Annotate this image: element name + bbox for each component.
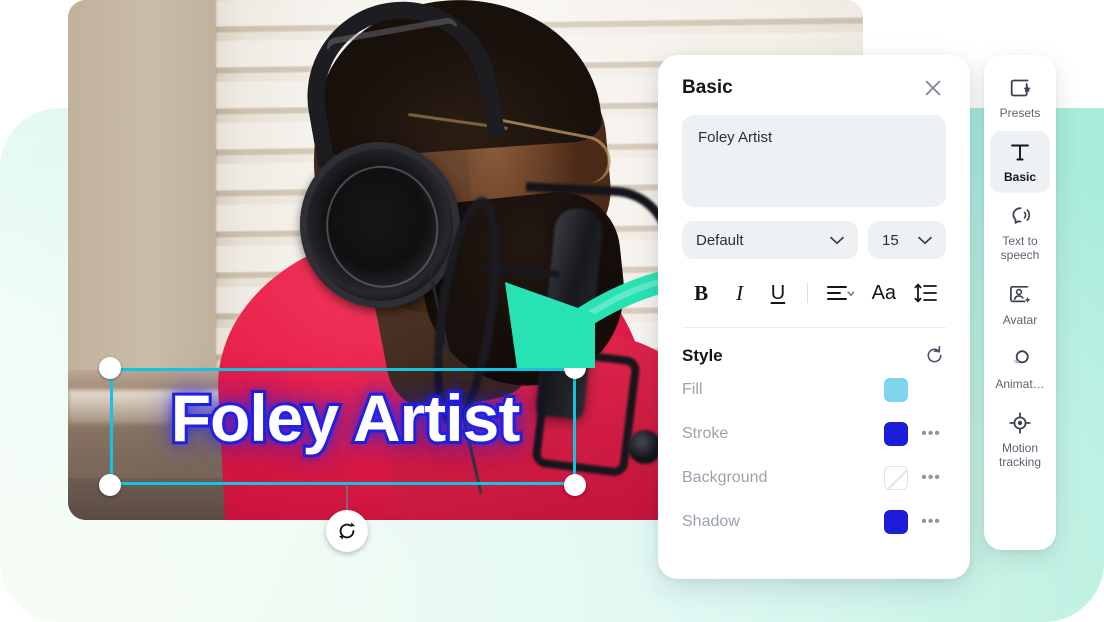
tool-motion-tracking[interactable]: Motion tracking (990, 402, 1050, 478)
chevron-down-icon (918, 236, 932, 244)
panel-divider (682, 327, 946, 328)
shadow-color-swatch[interactable] (884, 510, 908, 534)
align-left-icon (827, 286, 854, 300)
text-input-area[interactable]: Foley Artist (682, 115, 946, 207)
tool-presets[interactable]: Presets (990, 67, 1050, 129)
style-row-fill: Fill (682, 368, 946, 412)
style-label: Shadow (682, 513, 740, 530)
basic-text-panel: Basic Foley Artist Default 15 B I U Aa S… (658, 55, 970, 579)
background-color-swatch[interactable] (884, 466, 908, 490)
text-case-button[interactable]: Aa (862, 275, 906, 311)
rotate-icon (338, 522, 356, 540)
resize-handle-bottom-right[interactable] (564, 474, 586, 496)
font-family-value: Default (696, 231, 744, 249)
style-label: Background (682, 469, 768, 486)
line-height-button[interactable] (906, 275, 946, 311)
animation-icon (1013, 350, 1029, 364)
reset-icon (927, 345, 942, 363)
close-button[interactable] (920, 75, 946, 101)
style-label: Fill (682, 381, 703, 398)
style-label: Stroke (682, 425, 729, 442)
font-family-select[interactable]: Default (682, 221, 858, 259)
style-row-shadow: Shadow ••• (682, 500, 946, 544)
tool-label: Text to speech (1000, 234, 1040, 263)
rotate-handle[interactable] (326, 510, 368, 552)
fill-color-swatch[interactable] (884, 378, 908, 402)
underline-button[interactable]: U (759, 275, 797, 311)
style-row-stroke: Stroke ••• (682, 412, 946, 456)
font-controls-row: Default 15 (682, 221, 946, 259)
tool-label: Presets (999, 106, 1041, 120)
stroke-color-swatch[interactable] (884, 422, 908, 446)
tool-avatar[interactable]: Avatar (990, 274, 1050, 336)
selection-bounding-box[interactable] (110, 368, 576, 485)
tool-basic[interactable]: Basic (990, 131, 1050, 194)
line-height-icon (914, 283, 937, 303)
text-align-button[interactable] (818, 275, 862, 311)
tool-label: Motion tracking (998, 440, 1042, 470)
presets-icon (1010, 79, 1031, 97)
style-section-header: Style (682, 344, 946, 368)
font-size-select[interactable]: 15 (868, 221, 946, 259)
font-size-value: 15 (882, 231, 899, 249)
tool-label: Avatar (1002, 312, 1038, 327)
resize-handle-bottom-left[interactable] (99, 474, 121, 496)
motion-tracking-icon (1009, 412, 1031, 434)
microphone-knob (628, 430, 662, 464)
tool-animation[interactable]: Animat… (990, 338, 1050, 400)
text-to-speech-icon (1012, 207, 1031, 225)
right-tool-rail: Presets Basic Text to speech Avatar Anim… (984, 55, 1056, 550)
resize-handle-top-left[interactable] (99, 357, 121, 379)
style-rows: Fill Stroke ••• Background ••• Shadow ••… (682, 368, 946, 544)
reset-style-button[interactable] (924, 345, 946, 367)
style-row-background: Background ••• (682, 456, 946, 500)
app-screenshot: Foley Artist Basic Foley Artist Default … (0, 0, 1104, 622)
text-format-toolbar: B I U Aa (682, 273, 946, 313)
text-basic-icon (1011, 144, 1029, 161)
style-title: Style (682, 346, 723, 365)
shadow-more-button[interactable]: ••• (916, 514, 946, 530)
close-icon (925, 80, 941, 96)
panel-header: Basic (682, 55, 946, 107)
tool-label: Basic (1003, 170, 1037, 185)
tool-label: Animat… (995, 376, 1045, 391)
tool-text-to-speech[interactable]: Text to speech (990, 195, 1050, 271)
italic-button[interactable]: I (720, 275, 758, 311)
avatar-icon (1010, 285, 1031, 303)
toolbar-divider (807, 283, 809, 303)
chevron-down-icon (830, 236, 844, 244)
panel-title: Basic (682, 77, 733, 98)
stroke-more-button[interactable]: ••• (916, 426, 946, 442)
bold-button[interactable]: B (682, 275, 720, 311)
background-more-button[interactable]: ••• (916, 470, 946, 486)
